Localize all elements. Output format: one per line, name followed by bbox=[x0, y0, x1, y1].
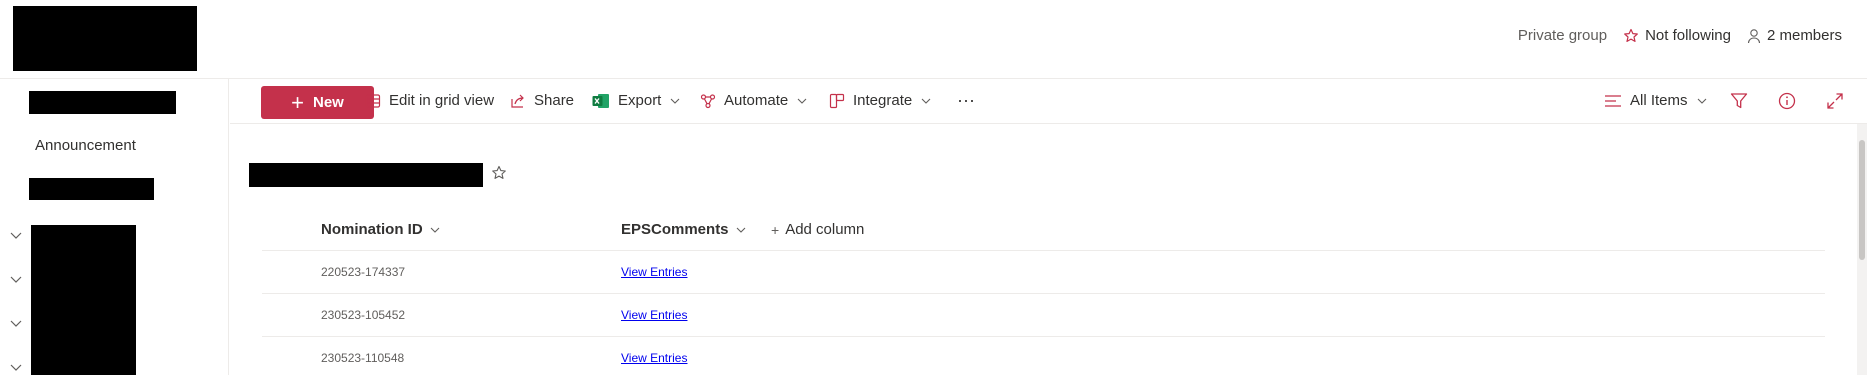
table-header: Nomination ID EPSComments + Add column bbox=[262, 210, 1825, 251]
nomination-id-cell: 230523-105452 bbox=[321, 308, 406, 322]
redacted-nav-item[interactable] bbox=[29, 91, 176, 114]
view-entries-link[interactable]: View Entries bbox=[621, 265, 687, 279]
redacted-nav-group[interactable] bbox=[31, 225, 136, 375]
integrate-icon bbox=[829, 93, 845, 108]
expand-button[interactable] bbox=[1826, 92, 1844, 110]
table-row[interactable]: 230523-110548 View Entries bbox=[262, 337, 1825, 375]
header-actions: Private group Not following 2 members bbox=[1502, 27, 1842, 44]
list-view-icon bbox=[1605, 94, 1621, 107]
person-icon bbox=[1747, 28, 1761, 43]
plus-icon: + bbox=[771, 221, 780, 238]
nomination-id-cell: 230523-110548 bbox=[321, 351, 405, 365]
filter-button[interactable] bbox=[1730, 92, 1748, 110]
add-column-button[interactable]: + Add column bbox=[771, 221, 864, 238]
privacy-label: Private group bbox=[1517, 27, 1608, 44]
chevron-down-icon bbox=[670, 98, 680, 104]
export-button[interactable]: Export bbox=[592, 92, 688, 109]
flow-icon bbox=[700, 93, 716, 108]
automate-button[interactable]: Automate bbox=[700, 92, 815, 109]
view-entries-link[interactable]: View Entries bbox=[621, 308, 687, 322]
new-button[interactable]: + New bbox=[261, 86, 374, 119]
view-entries-link[interactable]: View Entries bbox=[621, 351, 687, 365]
excel-icon bbox=[592, 93, 609, 108]
info-icon bbox=[1778, 92, 1796, 110]
chevron-down-icon bbox=[736, 227, 745, 233]
redacted-site-logo bbox=[13, 6, 197, 71]
share-button[interactable]: Share bbox=[510, 92, 574, 109]
expand-icon bbox=[1827, 93, 1843, 109]
redacted-list-title bbox=[249, 163, 483, 187]
plus-icon: + bbox=[291, 89, 304, 115]
table-row[interactable]: 230523-105452 View Entries bbox=[262, 294, 1825, 337]
redacted-nav-item[interactable] bbox=[29, 178, 154, 200]
chevron-down-icon[interactable] bbox=[9, 316, 23, 330]
chevron-down-icon[interactable] bbox=[9, 272, 23, 286]
chevron-down-icon bbox=[921, 98, 931, 104]
chevron-down-icon bbox=[430, 227, 440, 233]
follow-button[interactable]: Not following bbox=[1623, 27, 1731, 44]
chevron-down-icon[interactable] bbox=[9, 228, 23, 242]
vertical-scrollbar[interactable] bbox=[1857, 124, 1867, 375]
chevron-down-icon[interactable] bbox=[9, 360, 23, 374]
nav-item-announcement[interactable]: Announcement bbox=[35, 137, 136, 154]
grid-icon bbox=[365, 93, 381, 108]
members-button[interactable]: 2 members bbox=[1747, 27, 1842, 44]
more-options-button[interactable]: ··· bbox=[957, 90, 975, 111]
table-row[interactable]: 220523-174337 View Entries bbox=[262, 251, 1825, 294]
chevron-down-icon bbox=[797, 98, 807, 104]
filter-icon bbox=[1730, 93, 1748, 109]
column-header-nomination-id[interactable]: Nomination ID bbox=[321, 221, 440, 238]
site-header: Private group Not following 2 members bbox=[0, 0, 1867, 79]
star-icon[interactable] bbox=[491, 165, 507, 181]
star-icon bbox=[1624, 28, 1638, 42]
more-icon: ··· bbox=[957, 90, 975, 110]
integrate-button[interactable]: Integrate bbox=[829, 92, 939, 109]
share-icon bbox=[511, 94, 524, 108]
column-header-epscomments[interactable]: EPSComments bbox=[621, 221, 746, 238]
edit-grid-view-button[interactable]: Edit in grid view bbox=[365, 92, 494, 109]
nomination-id-cell: 220523-174337 bbox=[321, 265, 406, 279]
view-selector[interactable]: All Items bbox=[1604, 92, 1707, 109]
chevron-down-icon bbox=[1697, 98, 1706, 104]
scrollbar-thumb[interactable] bbox=[1859, 140, 1865, 260]
left-navigation: Announcement bbox=[0, 79, 229, 375]
info-button[interactable] bbox=[1778, 92, 1796, 110]
